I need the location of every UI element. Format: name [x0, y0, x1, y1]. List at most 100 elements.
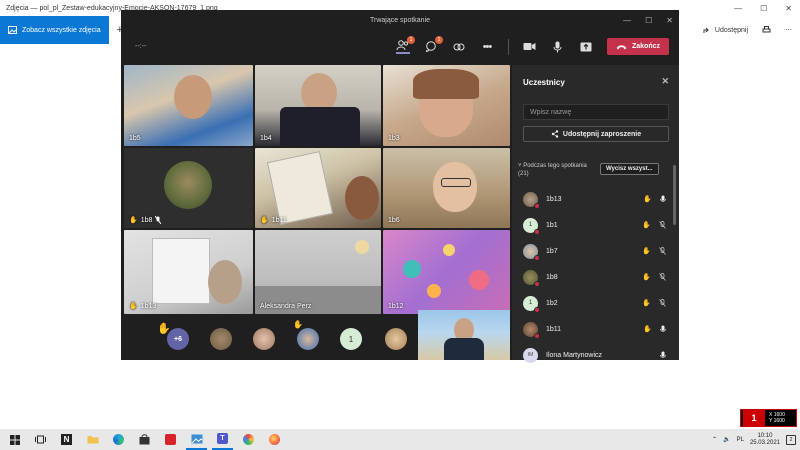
teams-window-controls: — ☐ ✕ [623, 10, 673, 30]
close-icon[interactable]: ✕ [661, 76, 669, 87]
participant-video [280, 107, 360, 146]
video-tile[interactable]: ✋ 1b13 [124, 230, 253, 314]
participant-avatar[interactable] [385, 328, 407, 350]
participant-row[interactable]: 1b8 ✋ [512, 264, 672, 290]
participant-row[interactable]: 1 1b2 ✋ [512, 290, 672, 316]
more-count: +6 [174, 335, 182, 343]
participant-row[interactable]: IM Ilona Martynowicz [512, 342, 672, 368]
maximize-icon[interactable]: ☐ [645, 16, 652, 25]
end-call-button[interactable]: Zakończ [606, 38, 669, 55]
video-tile[interactable]: ✋ 1b11 [255, 148, 381, 228]
video-tile[interactable]: 1b4 [255, 65, 381, 146]
taskbar-app-teams[interactable]: T [212, 429, 233, 450]
mic-icon [660, 195, 666, 202]
participants-button[interactable]: 1 [395, 35, 415, 54]
participant-avatar: 1 [523, 295, 540, 313]
more-participants-button[interactable]: +6 [167, 328, 189, 350]
raised-hand-icon: ✋ [642, 248, 651, 255]
participant-row[interactable]: 1b7 ✋ [512, 238, 672, 264]
share-icon [703, 27, 709, 33]
chat-button[interactable]: 1 [424, 35, 443, 54]
participant-avatar[interactable]: 1 [340, 328, 362, 350]
taskbar-app-paint[interactable] [238, 429, 259, 450]
mic-icon [660, 325, 666, 332]
participant-row[interactable]: 1b13 ✋ [512, 186, 672, 212]
start-button[interactable] [4, 429, 25, 450]
raised-hand-icon: ✋ [643, 326, 652, 333]
share-invite-button[interactable]: Udostępnij zaproszenie [523, 126, 669, 142]
tile-name: 1b4 [260, 135, 272, 142]
print-icon[interactable] [762, 26, 771, 34]
notifications-button[interactable]: 2 [786, 434, 796, 445]
participants-badge: 1 [406, 35, 415, 44]
participant-video [174, 75, 212, 119]
task-view-icon [35, 435, 46, 444]
video-tile[interactable]: 1b6 [383, 148, 510, 228]
video-grid: 1b5 1b4 1b3 ✋ 1b8 ✋ 1b11 1b6 ✋ 1b13 Alek… [124, 65, 510, 314]
background-ball [403, 260, 421, 278]
resolution-overlay: 1 X 1600 Y 1600 [740, 409, 797, 427]
share-screen-button[interactable] [579, 40, 593, 54]
video-tile[interactable]: 1b3 [383, 65, 510, 146]
participant-avatar [523, 191, 540, 209]
mic-icon [660, 351, 666, 358]
task-view-button[interactable] [30, 429, 51, 450]
participant-avatar [523, 321, 540, 339]
participant-video [441, 178, 471, 187]
participant-avatar[interactable] [297, 328, 319, 350]
microphone-icon [553, 41, 562, 52]
edge-icon [113, 434, 124, 445]
panel-scrollbar[interactable] [673, 165, 676, 225]
taskbar-app-explorer[interactable] [82, 429, 103, 450]
volume-icon[interactable]: 🔈 [723, 436, 730, 443]
raised-hand-icon: ✋ [129, 217, 138, 224]
participant-avatar[interactable] [210, 328, 232, 350]
taskbar-app-acrobat[interactable] [160, 429, 181, 450]
taskbar-app-notion[interactable]: N [56, 429, 77, 450]
reactions-button[interactable] [452, 40, 466, 54]
camera-button[interactable] [523, 40, 537, 54]
mic-off-icon [155, 216, 162, 224]
minimize-icon[interactable]: — [734, 4, 742, 13]
microphone-button[interactable] [551, 40, 565, 54]
mute-all-button[interactable]: Wycisz wszyst... [600, 163, 659, 175]
taskbar-app-edge[interactable] [108, 429, 129, 450]
participant-name: 1b1 [546, 221, 558, 229]
participant-avatar[interactable] [253, 328, 275, 350]
close-icon[interactable]: ✕ [785, 4, 792, 13]
y-resolution: Y 1600 [769, 418, 785, 424]
in-meeting-section[interactable]: ˅ Podczas tego spotkania (21) Wycisz wsz… [518, 162, 674, 178]
share-button[interactable]: Udostępnij [703, 26, 748, 34]
video-tile[interactable]: Aleksandra Perz [255, 230, 381, 314]
taskbar-app-store[interactable] [134, 429, 155, 450]
minimize-icon[interactable]: — [623, 16, 631, 25]
participant-name: 1b7 [546, 247, 558, 255]
more-icon: ••• [482, 40, 493, 53]
participant-row[interactable]: 1b11 ✋ [512, 316, 672, 342]
windows-taskbar: N T ⌃ 🔈 PL 10:10 25.03.2021 2 [0, 429, 800, 450]
ceiling-lamp [355, 240, 369, 254]
participant-avatar [523, 269, 540, 287]
video-tile[interactable]: 1b12 [383, 230, 510, 314]
store-icon [139, 434, 150, 445]
taskbar-app-photos[interactable] [186, 429, 207, 450]
avatar-initial: 1 [528, 222, 533, 228]
raised-hand-icon: ✋ [642, 300, 651, 307]
more-actions-button[interactable]: ••• [480, 40, 494, 54]
close-icon[interactable]: ✕ [666, 16, 673, 25]
video-tile[interactable]: ✋ 1b8 [124, 148, 253, 228]
self-view-video[interactable] [418, 310, 510, 360]
taskbar-app-firefox[interactable] [264, 429, 285, 450]
more-options-icon[interactable]: ⋯ [785, 26, 792, 34]
video-tile[interactable]: 1b5 [124, 65, 253, 146]
taskbar-clock[interactable]: 10:10 25.03.2021 [750, 433, 780, 447]
share-icon [551, 130, 559, 138]
see-all-photos-button[interactable]: Zobacz wszystkie zdjęcia [0, 16, 109, 44]
chevron-up-icon[interactable]: ⌃ [712, 436, 717, 443]
participant-search-input[interactable]: Wpisz nazwę [523, 104, 669, 120]
raised-hand-icon: ✋ [293, 320, 303, 329]
end-call-label: Zakończ [631, 43, 660, 50]
language-indicator[interactable]: PL [737, 437, 744, 443]
maximize-icon[interactable]: ☐ [760, 4, 767, 13]
participant-row[interactable]: 1 1b1 ✋ [512, 212, 672, 238]
